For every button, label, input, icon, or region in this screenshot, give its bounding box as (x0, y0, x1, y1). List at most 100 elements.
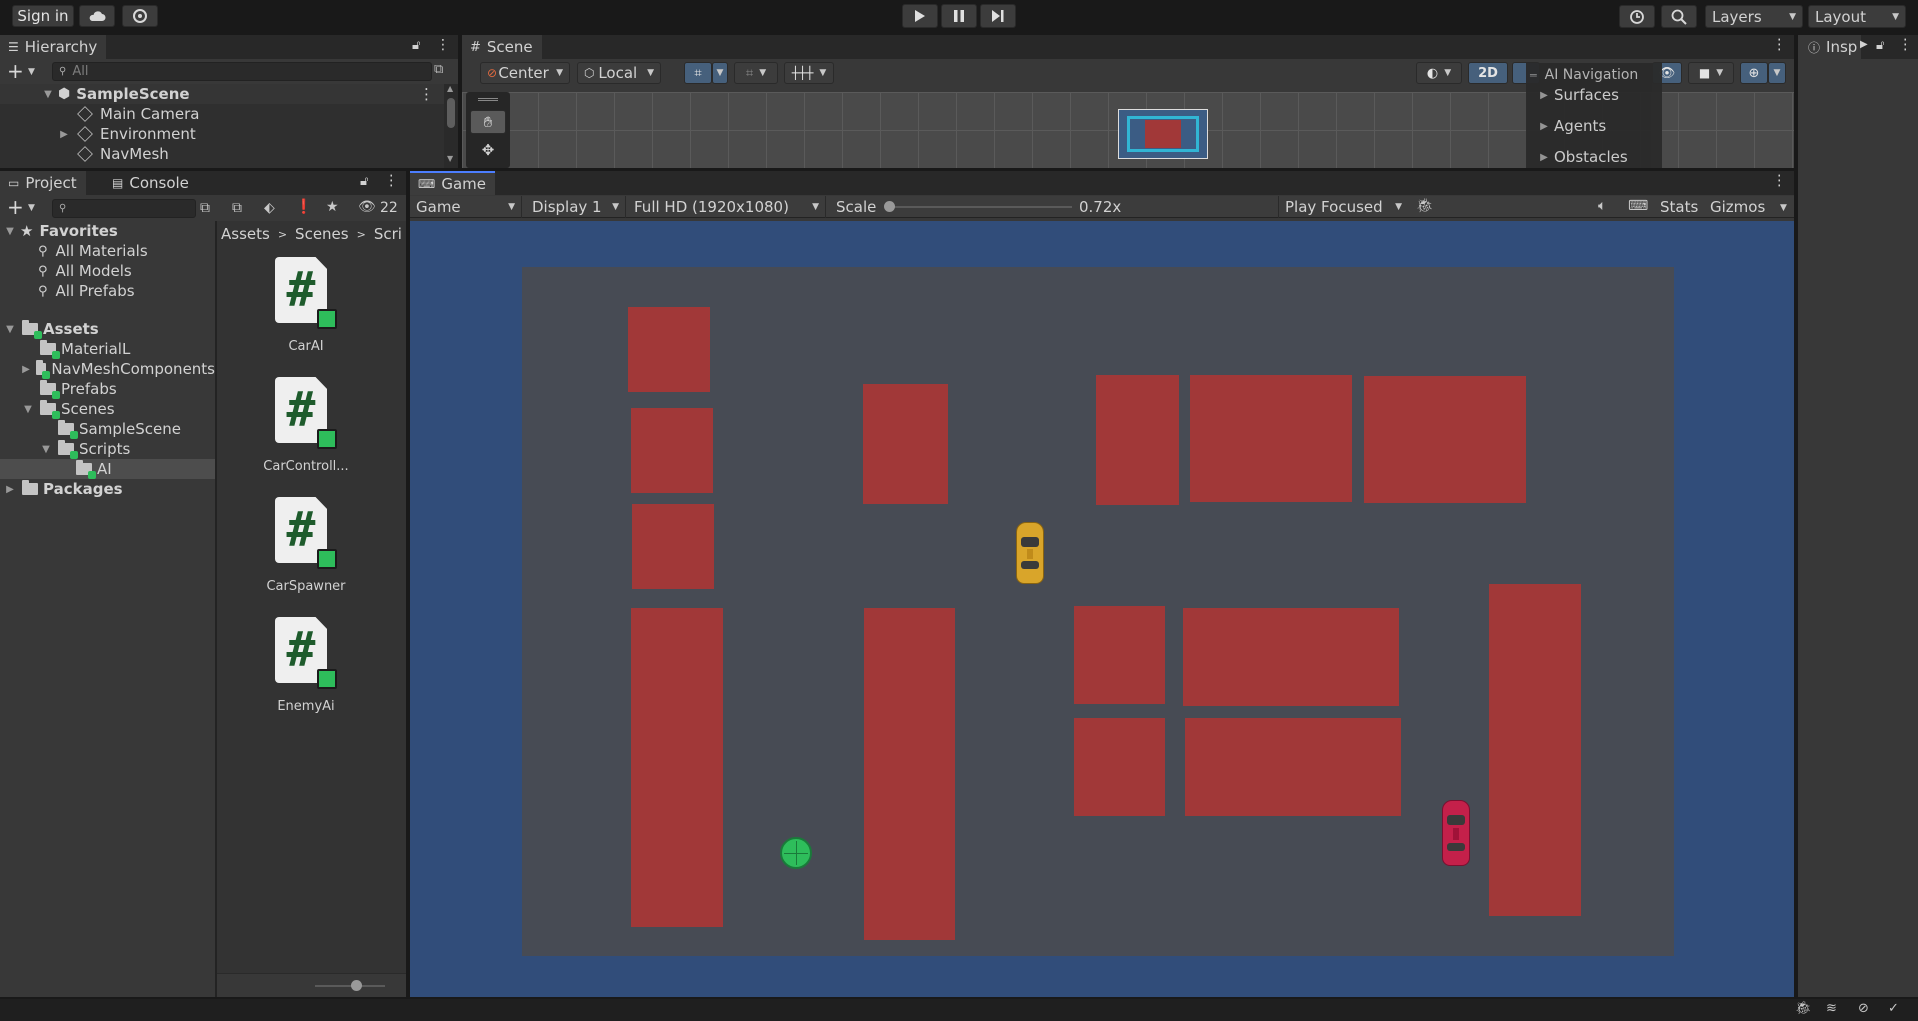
toggle-2d-button[interactable]: 2D (1468, 62, 1508, 84)
kebab-menu-icon[interactable]: ⋮ (1898, 37, 1913, 53)
collab-button[interactable] (122, 5, 158, 27)
overlay-handle[interactable] (478, 98, 498, 101)
tree-row-prefabs[interactable]: Prefabs (0, 379, 117, 399)
label-tag-icon[interactable]: ⬖ (264, 200, 275, 216)
tab-project[interactable]: ▭ Project (0, 171, 86, 195)
tree-row-navmesh[interactable]: NavMesh (0, 144, 169, 164)
tree-row-scripts[interactable]: ▼ Scripts (0, 439, 130, 459)
search-mode-icon[interactable]: ⧉ (434, 62, 443, 77)
expand-arrow-icon[interactable]: ▶ (4, 484, 16, 495)
pause-button[interactable] (941, 4, 977, 28)
grid-snap-button[interactable]: ⌗ (684, 62, 712, 84)
add-icon[interactable]: + (7, 59, 24, 83)
gizmos-scene-dropdown[interactable]: ▼ (1768, 62, 1786, 84)
hierarchy-scrollbar[interactable]: ▲ ▼ (444, 84, 458, 168)
warning-icon[interactable]: ❗ (295, 199, 312, 215)
hidden-packages-icon[interactable]: 👁︎ (358, 199, 376, 215)
filter-type-icon[interactable]: ⧉ (232, 200, 242, 216)
expand-arrow-icon[interactable]: ▶ (22, 364, 30, 375)
history-button[interactable] (1619, 5, 1655, 28)
project-search-input[interactable]: ⚲ (52, 199, 196, 218)
tree-row-ai[interactable]: AI (0, 459, 215, 479)
expand-arrow-icon[interactable]: ▼ (22, 404, 34, 415)
breadcrumb-item[interactable]: Scenes (295, 225, 349, 243)
check-circle-icon[interactable]: ✓ (1888, 1001, 1899, 1016)
chevron-right-icon[interactable]: ▶ (1860, 39, 1868, 50)
increment-snap-button[interactable]: ⌗ ▼ (734, 62, 778, 84)
chevron-down-icon[interactable]: ▼ (28, 67, 35, 77)
tree-row-environment[interactable]: ▶ Environment (0, 124, 196, 144)
resolution-dropdown[interactable]: Full HD (1920x1080) ▼ (628, 196, 826, 218)
cache-server-icon[interactable]: ≋ (1826, 1001, 1837, 1016)
thumbnail-size-slider[interactable] (315, 985, 385, 987)
breadcrumb-item[interactable]: Scrip (374, 225, 402, 243)
layout-dropdown[interactable]: Layout ▼ (1808, 5, 1906, 28)
scroll-down-icon[interactable]: ▼ (447, 154, 453, 163)
chevron-down-icon[interactable]: ▼ (28, 203, 35, 213)
camera-button[interactable]: ■ ▼ (1688, 62, 1734, 84)
hierarchy-search-input[interactable]: ⚲ All (52, 62, 432, 81)
play-mode-dropdown[interactable]: Play Focused ▼ (1278, 196, 1408, 218)
move-tool-button[interactable]: ✥ (470, 138, 506, 162)
overlay-item-surfaces[interactable]: ▶ Surfaces (1538, 86, 1619, 104)
tree-row-assets[interactable]: ▼ Assets (0, 319, 215, 339)
tree-row-packages[interactable]: ▶ Packages (0, 479, 123, 499)
gizmos-scene-button[interactable]: ⊕ (1740, 62, 1768, 84)
grid-snap-dropdown[interactable]: ▼ (712, 62, 728, 84)
tab-console[interactable]: ▤ Console (104, 171, 198, 195)
layers-dropdown[interactable]: Layers ▼ (1705, 5, 1803, 28)
scroll-up-icon[interactable]: ▲ (447, 84, 453, 93)
tab-inspector[interactable]: ⓘ Insp (1798, 35, 1862, 59)
keyboard-icon[interactable]: ⌨ (1628, 198, 1648, 214)
search-mode-icon[interactable]: ⧉ (200, 200, 210, 216)
lock-icon[interactable]: 🔓︎ (412, 38, 420, 53)
breadcrumb-item[interactable]: Assets (221, 225, 270, 243)
asset-tile[interactable]: # CarControll... (251, 377, 361, 477)
tree-row-samplescene[interactable]: ▼ ⬢ SampleScene ⋮ (0, 84, 444, 104)
chevron-down-icon[interactable]: ▼ (1780, 203, 1787, 213)
game-viewport[interactable] (410, 221, 1794, 997)
auto-refresh-off-icon[interactable]: ⊘ (1858, 1001, 1869, 1016)
shading-mode-button[interactable]: ◐ ▼ (1416, 62, 1462, 84)
overlay-item-obstacles[interactable]: ▶ Obstacles (1538, 148, 1628, 166)
tab-game[interactable]: ⌨ Game (410, 171, 495, 195)
bug-icon[interactable]: 🐞︎ (1416, 198, 1434, 214)
scale-slider-handle[interactable] (884, 201, 895, 212)
kebab-menu-icon[interactable]: ⋮ (1772, 37, 1787, 53)
thumbnail-size-handle[interactable] (351, 980, 362, 991)
pivot-center-dropdown[interactable]: ⊘ Center ▼ (480, 62, 570, 84)
kebab-menu-icon[interactable]: ⋮ (436, 37, 450, 53)
favorite-item[interactable]: ⚲ All Prefabs (0, 281, 135, 301)
expand-arrow-icon[interactable]: ▼ (40, 444, 52, 455)
add-icon[interactable]: + (7, 195, 24, 219)
star-icon[interactable]: ★ (326, 199, 339, 215)
cloud-button[interactable] (79, 5, 115, 27)
stats-button[interactable]: Stats (1660, 198, 1698, 216)
asset-tile[interactable]: # CarSpawner (251, 497, 361, 597)
tab-hierarchy[interactable]: ☰ Hierarchy (0, 35, 107, 59)
expand-arrow-icon[interactable]: ▼ (42, 89, 54, 100)
gizmos-button[interactable]: Gizmos (1710, 198, 1765, 216)
hand-tool-button[interactable]: ✋︎ (470, 110, 506, 134)
debug-off-icon[interactable]: 🐞︎ (1795, 1001, 1812, 1016)
expand-arrow-icon[interactable]: ▼ (4, 226, 16, 237)
scroll-thumb[interactable] (447, 98, 455, 128)
tree-row-favorites[interactable]: ▼ ★ Favorites (0, 221, 215, 241)
asset-tile[interactable]: # EnemyAi (251, 617, 361, 717)
ruler-button[interactable]: ┼┼┼ ▼ (784, 62, 834, 84)
view-mode-dropdown[interactable]: Game ▼ (410, 196, 522, 218)
drag-handle-icon[interactable]: ═ (1530, 69, 1537, 82)
play-button[interactable] (902, 4, 938, 28)
kebab-menu-icon[interactable]: ⋮ (1772, 173, 1787, 189)
asset-tile[interactable]: # CarAI (251, 257, 361, 357)
scene-minimap-object[interactable] (1118, 109, 1208, 159)
tab-scene[interactable]: # Scene (462, 35, 542, 59)
lock-icon[interactable]: 🔓︎ (360, 174, 368, 189)
tree-row-navmeshcomponents[interactable]: ▶ NavMeshComponents (0, 359, 215, 379)
tree-row-main-camera[interactable]: Main Camera (0, 104, 199, 124)
favorite-item[interactable]: ⚲ All Materials (0, 241, 148, 261)
audio-icon[interactable]: 🔈︎ (1598, 198, 1606, 214)
expand-arrow-icon[interactable]: ▼ (4, 324, 16, 335)
expand-arrow-icon[interactable]: ▶ (58, 129, 70, 140)
tree-row-samplescene[interactable]: SampleScene (0, 419, 181, 439)
